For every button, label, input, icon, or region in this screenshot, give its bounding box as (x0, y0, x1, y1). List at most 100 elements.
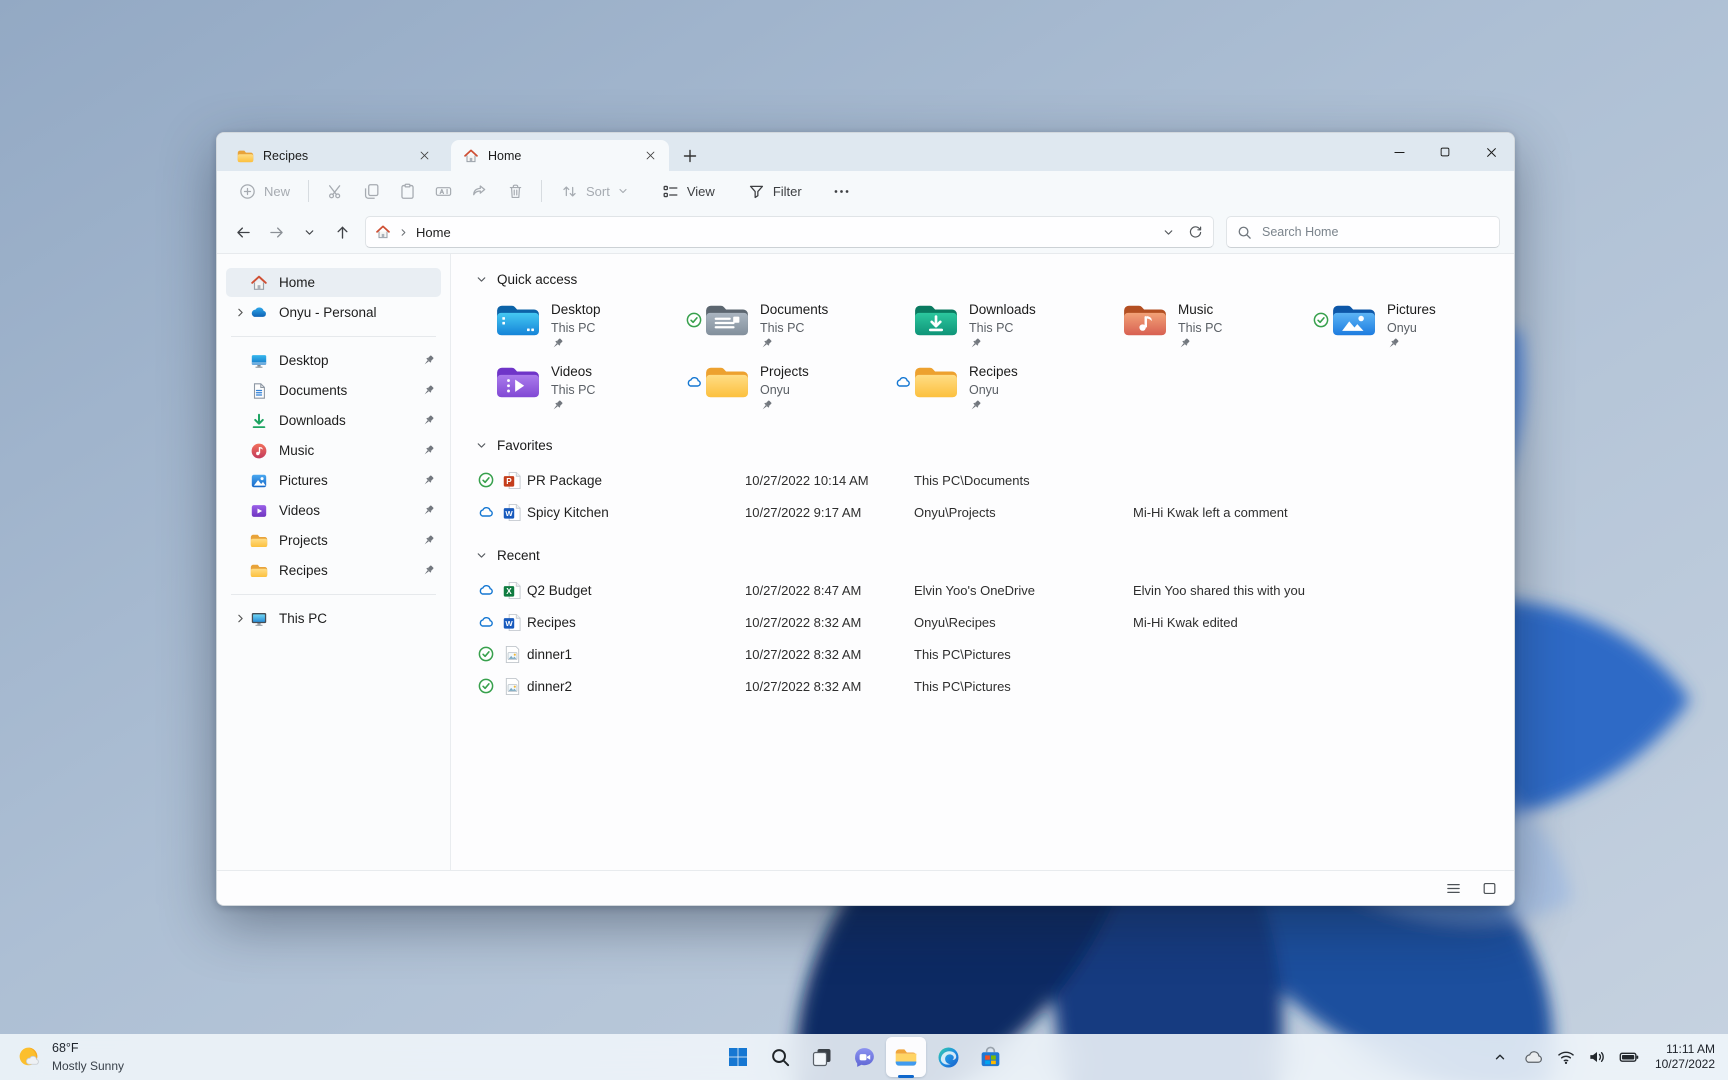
file-explorer-button[interactable] (886, 1037, 926, 1077)
minimize-button[interactable] (1376, 133, 1422, 171)
quick-access-tile-downloads[interactable]: Downloads This PC (893, 300, 1102, 350)
volume-icon[interactable] (1587, 1047, 1607, 1067)
wifi-icon[interactable] (1556, 1047, 1576, 1067)
store-button[interactable] (970, 1037, 1010, 1077)
file-row-dinner1[interactable]: dinner1 10/27/2022 8:32 AM This PC\Pictu… (475, 638, 1496, 670)
paste-button[interactable] (390, 175, 424, 207)
file-row-recipes[interactable]: Recipes 10/27/2022 8:32 AM Onyu\Recipes … (475, 606, 1496, 638)
pin-icon (969, 399, 1018, 412)
sidebar-item-music[interactable]: Music (226, 436, 441, 465)
file-row-dinner2[interactable]: dinner2 10/27/2022 8:32 AM This PC\Pictu… (475, 670, 1496, 702)
section-header-favorites[interactable]: Favorites (475, 432, 1496, 458)
sidebar-item-documents[interactable]: Documents (226, 376, 441, 405)
taskbar-clock[interactable]: 11:11 AM 10/27/2022 (1655, 1042, 1715, 1072)
weather-condition: Mostly Sunny (52, 1059, 125, 1073)
delete-button[interactable] (498, 175, 532, 207)
tile-name: Downloads (969, 302, 1036, 317)
sidebar-item-this-pc[interactable]: This PC (226, 604, 441, 633)
back-button[interactable] (227, 216, 260, 248)
tab-home[interactable]: Home (451, 140, 669, 171)
copy-button[interactable] (354, 175, 388, 207)
share-button[interactable] (462, 175, 496, 207)
start-button[interactable] (718, 1037, 758, 1077)
tile-location: Onyu (969, 383, 999, 397)
up-button[interactable] (326, 216, 359, 248)
chevron-down-icon[interactable] (475, 549, 488, 562)
quick-access-tile-music[interactable]: Music This PC (1102, 300, 1311, 350)
search-input[interactable] (1260, 224, 1489, 240)
command-toolbar: New Sort View Filter (217, 171, 1514, 211)
tile-name: Recipes (969, 364, 1018, 379)
tray-overflow-button[interactable] (1489, 1043, 1511, 1071)
battery-icon[interactable] (1618, 1046, 1640, 1068)
chevron-right-icon[interactable] (232, 306, 249, 319)
chevron-down-icon[interactable] (475, 439, 488, 452)
tile-name: Videos (551, 364, 593, 379)
view-icon (661, 182, 680, 201)
sidebar-item-projects[interactable]: Projects (226, 526, 441, 555)
details-view-button[interactable] (1438, 875, 1468, 901)
chevron-right-icon[interactable] (232, 612, 249, 625)
file-row-q2-budget[interactable]: Q2 Budget 10/27/2022 8:47 AM Elvin Yoo's… (475, 574, 1496, 606)
recent-locations-button[interactable] (293, 216, 326, 248)
sidebar-item-pictures[interactable]: Pictures (226, 466, 441, 495)
sidebar-item-desktop[interactable]: Desktop (226, 346, 441, 375)
word-file-icon (503, 613, 522, 632)
tab-close-icon[interactable] (639, 145, 661, 167)
file-activity: Mi-Hi Kwak left a comment (1133, 504, 1288, 520)
tab-close-icon[interactable] (413, 145, 435, 167)
search-icon (769, 1046, 792, 1069)
sidebar-item-recipes[interactable]: Recipes (226, 556, 441, 585)
rename-button[interactable] (426, 175, 460, 207)
breadcrumb[interactable]: Home (416, 225, 451, 240)
sidebar-item-videos[interactable]: Videos (226, 496, 441, 525)
chevron-down-icon[interactable] (475, 273, 488, 286)
search-box[interactable] (1226, 216, 1500, 248)
quick-access-tile-desktop[interactable]: Desktop This PC (475, 300, 684, 350)
refresh-icon[interactable] (1187, 224, 1204, 241)
quick-access-tile-projects[interactable]: Projects Onyu (684, 362, 893, 412)
forward-button[interactable] (260, 216, 293, 248)
file-row-pr-package[interactable]: PR Package 10/27/2022 10:14 AM This PC\D… (475, 464, 1496, 496)
desktop-folder-icon (495, 300, 541, 338)
large-icons-view-button[interactable] (1474, 875, 1504, 901)
sort-button[interactable]: Sort (551, 175, 638, 207)
pictures-folder-icon (1331, 300, 1377, 338)
section-header-recent[interactable]: Recent (475, 542, 1496, 568)
quick-access-tile-pictures[interactable]: Pictures Onyu (1311, 300, 1514, 350)
sidebar-item-home[interactable]: Home (226, 268, 441, 297)
widgets-button[interactable]: 68°F Mostly Sunny (4, 1037, 136, 1077)
new-button[interactable]: New (229, 175, 299, 207)
music-icon (250, 442, 268, 460)
file-explorer-window: Recipes Home New Sort View Filter Home S… (216, 132, 1515, 906)
more-options-button[interactable] (825, 175, 859, 207)
chat-button[interactable] (844, 1037, 884, 1077)
synced-status-icon (478, 678, 494, 694)
quick-access-tile-recipes[interactable]: Recipes Onyu (893, 362, 1102, 412)
maximize-button[interactable] (1422, 133, 1468, 171)
sidebar-label: This PC (279, 611, 328, 626)
videos-icon (250, 502, 268, 520)
address-dropdown-icon[interactable] (1162, 226, 1175, 239)
view-button[interactable]: View (652, 175, 724, 207)
desktop-icon (250, 352, 268, 370)
task-view-button[interactable] (802, 1037, 842, 1077)
tab-recipes[interactable]: Recipes (225, 140, 443, 171)
section-header-quick-access[interactable]: Quick access (475, 266, 1496, 292)
onedrive-tray-icon[interactable] (1522, 1046, 1545, 1069)
quick-access-tile-videos[interactable]: Videos This PC (475, 362, 684, 412)
address-box[interactable]: Home (365, 216, 1214, 248)
file-row-spicy-kitchen[interactable]: Spicy Kitchen 10/27/2022 9:17 AM Onyu\Pr… (475, 496, 1496, 528)
sidebar-item-downloads[interactable]: Downloads (226, 406, 441, 435)
sidebar-item-onedrive[interactable]: Onyu - Personal (226, 298, 441, 327)
new-tab-button[interactable] (675, 141, 705, 171)
cut-button[interactable] (318, 175, 352, 207)
quick-access-tile-documents[interactable]: Documents This PC (684, 300, 893, 350)
taskbar-search-button[interactable] (760, 1037, 800, 1077)
sidebar-label: Documents (279, 383, 348, 398)
close-button[interactable] (1468, 133, 1514, 171)
file-location: Onyu\Projects (914, 504, 996, 520)
edge-button[interactable] (928, 1037, 968, 1077)
tile-name: Documents (760, 302, 829, 317)
filter-button[interactable]: Filter (738, 175, 811, 207)
